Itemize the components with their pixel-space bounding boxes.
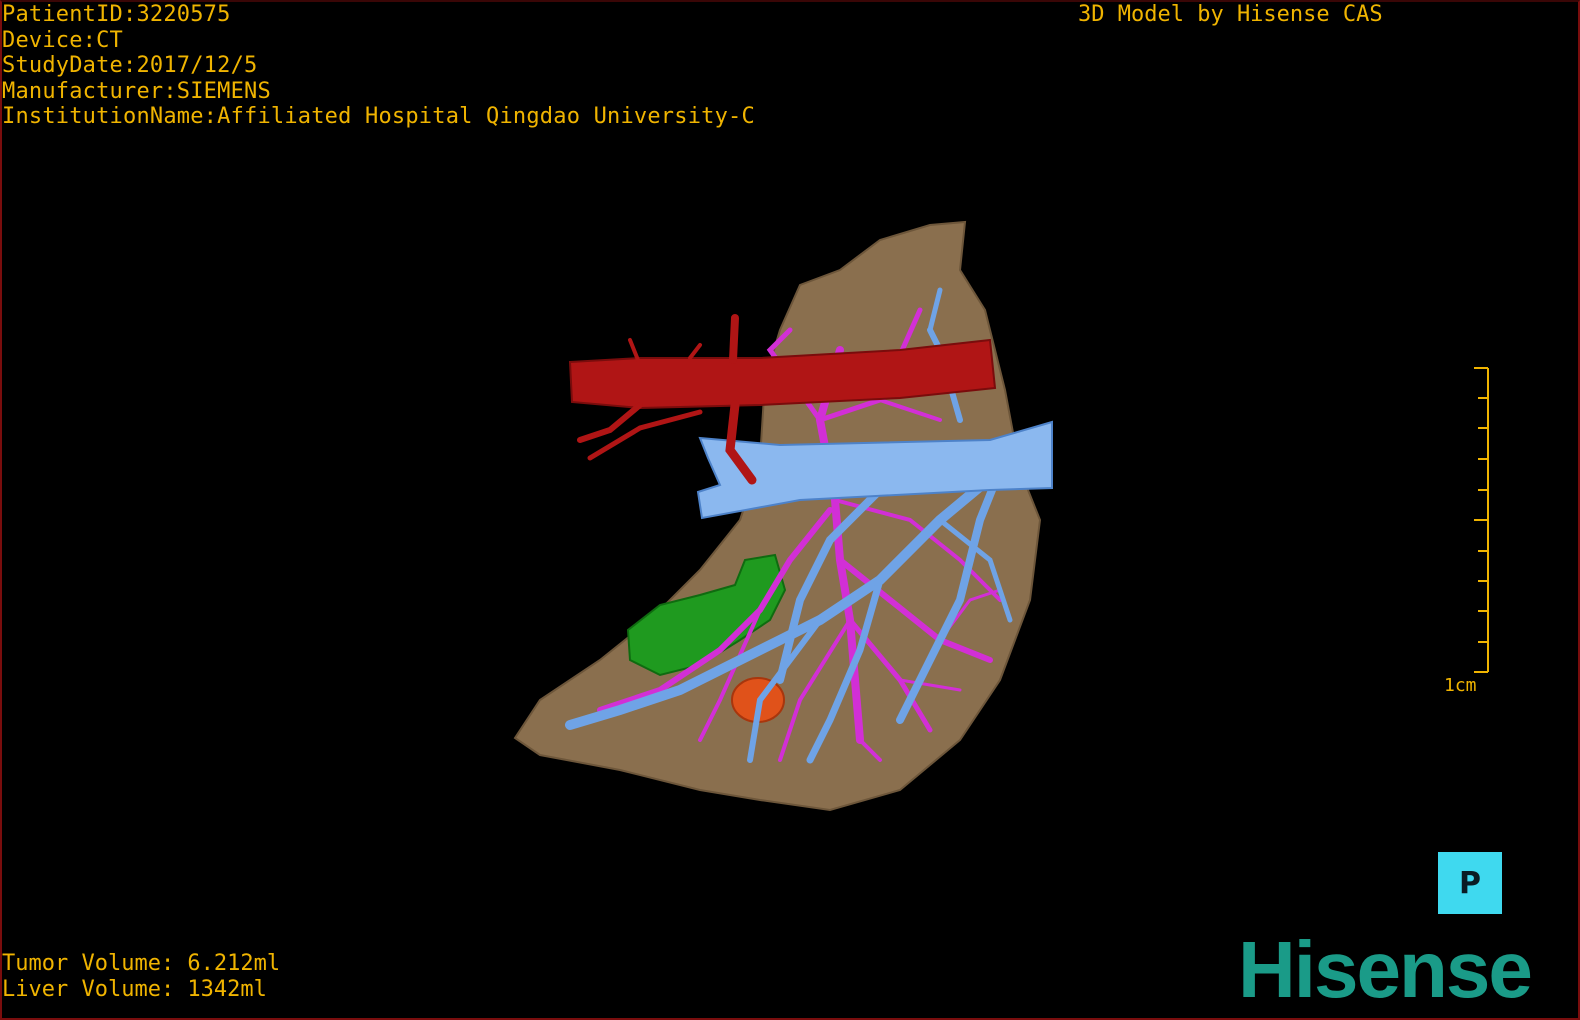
tumor-volume-text: Tumor Volume: 6.212ml bbox=[2, 951, 281, 976]
patient-id-text: PatientID:3220575 bbox=[2, 2, 231, 27]
orientation-label: P bbox=[1459, 865, 1481, 901]
orientation-cube-button[interactable]: P bbox=[1438, 852, 1502, 914]
volume-info-overlay: Tumor Volume: 6.212ml Liver Volume: 1342… bbox=[2, 951, 280, 1003]
liver-volume-text: Liver Volume: 1342ml bbox=[2, 977, 267, 1002]
hisense-logo: Hisense bbox=[1238, 925, 1533, 1014]
manufacturer-text: Manufacturer:SIEMENS bbox=[2, 78, 271, 104]
device-text: Device:CT bbox=[2, 27, 124, 53]
patient-info-overlay: PatientID:3220575 Device:CT StudyDate:20… bbox=[2, 2, 755, 130]
scale-bar-label: 1cm bbox=[1444, 675, 1477, 696]
institution-text: InstitutionName:Affiliated Hospital Qing… bbox=[2, 104, 755, 129]
3d-model-viewport[interactable] bbox=[0, 0, 1580, 1020]
model-credit-text: 3D Model by Hisense CAS bbox=[1078, 2, 1383, 27]
study-date-text: StudyDate:2017/12/5 bbox=[2, 53, 258, 78]
scale-bar bbox=[1474, 367, 1489, 673]
